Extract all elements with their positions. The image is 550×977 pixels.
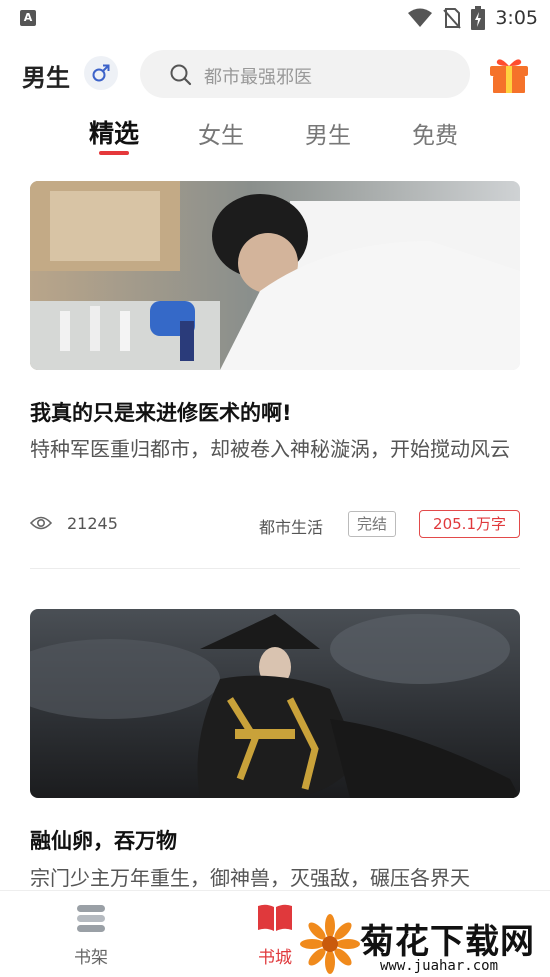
watermark: 菊花下载网 www.juahar.com	[300, 912, 550, 977]
status-badge: 完结	[348, 511, 397, 537]
book-category: 都市生活	[259, 518, 324, 537]
chrysanthemum-logo-icon	[300, 914, 360, 974]
watermark-url: www.juahar.com	[380, 958, 499, 974]
tab-male[interactable]: 男生	[288, 116, 368, 150]
no-sim-icon	[443, 8, 462, 29]
bookshelf-icon	[77, 905, 105, 932]
male-symbol-icon	[92, 64, 110, 82]
battery-charging-icon	[471, 6, 486, 30]
gender-switch-button[interactable]	[84, 56, 118, 90]
search-input[interactable]: 都市最强邪医	[140, 50, 470, 98]
divider	[30, 568, 520, 569]
gift-icon[interactable]	[488, 54, 530, 94]
view-count: 21245	[67, 514, 118, 533]
search-icon	[170, 64, 192, 86]
book-description: 特种军医重归都市，却被卷入神秘漩涡，开始搅动风云	[30, 437, 510, 461]
book-meta: 21245 都市生活 完结 205.1万字	[30, 510, 520, 540]
status-icons: 3:05	[407, 6, 538, 30]
book-cover-image[interactable]	[30, 181, 520, 370]
header: 男生 都市最强邪医	[0, 46, 550, 102]
eye-icon	[30, 516, 52, 530]
open-book-icon	[258, 904, 292, 931]
watermark-name: 菊花下载网	[360, 922, 535, 962]
tab-free[interactable]: 免费	[395, 116, 475, 150]
active-tab-indicator	[99, 151, 129, 155]
word-count-badge: 205.1万字	[419, 510, 520, 538]
category-tabs: 精选 女生 男生 免费	[0, 110, 550, 160]
nav-bookshelf[interactable]: 书架	[51, 903, 131, 968]
app-notification-icon: A	[20, 10, 36, 26]
tab-featured[interactable]: 精选	[74, 114, 154, 150]
clock: 3:05	[495, 7, 538, 29]
gender-label[interactable]: 男生	[22, 58, 70, 93]
wifi-icon	[408, 8, 433, 27]
tab-female[interactable]: 女生	[181, 116, 261, 150]
nav-bookshelf-label: 书架	[74, 948, 108, 968]
search-placeholder: 都市最强邪医	[204, 67, 312, 88]
status-bar: A 3:05	[0, 0, 550, 38]
book-title[interactable]: 融仙卵，吞万物	[30, 825, 177, 855]
book-title[interactable]: 我真的只是来进修医术的啊!	[30, 397, 292, 427]
book-cover-image[interactable]	[30, 609, 520, 798]
